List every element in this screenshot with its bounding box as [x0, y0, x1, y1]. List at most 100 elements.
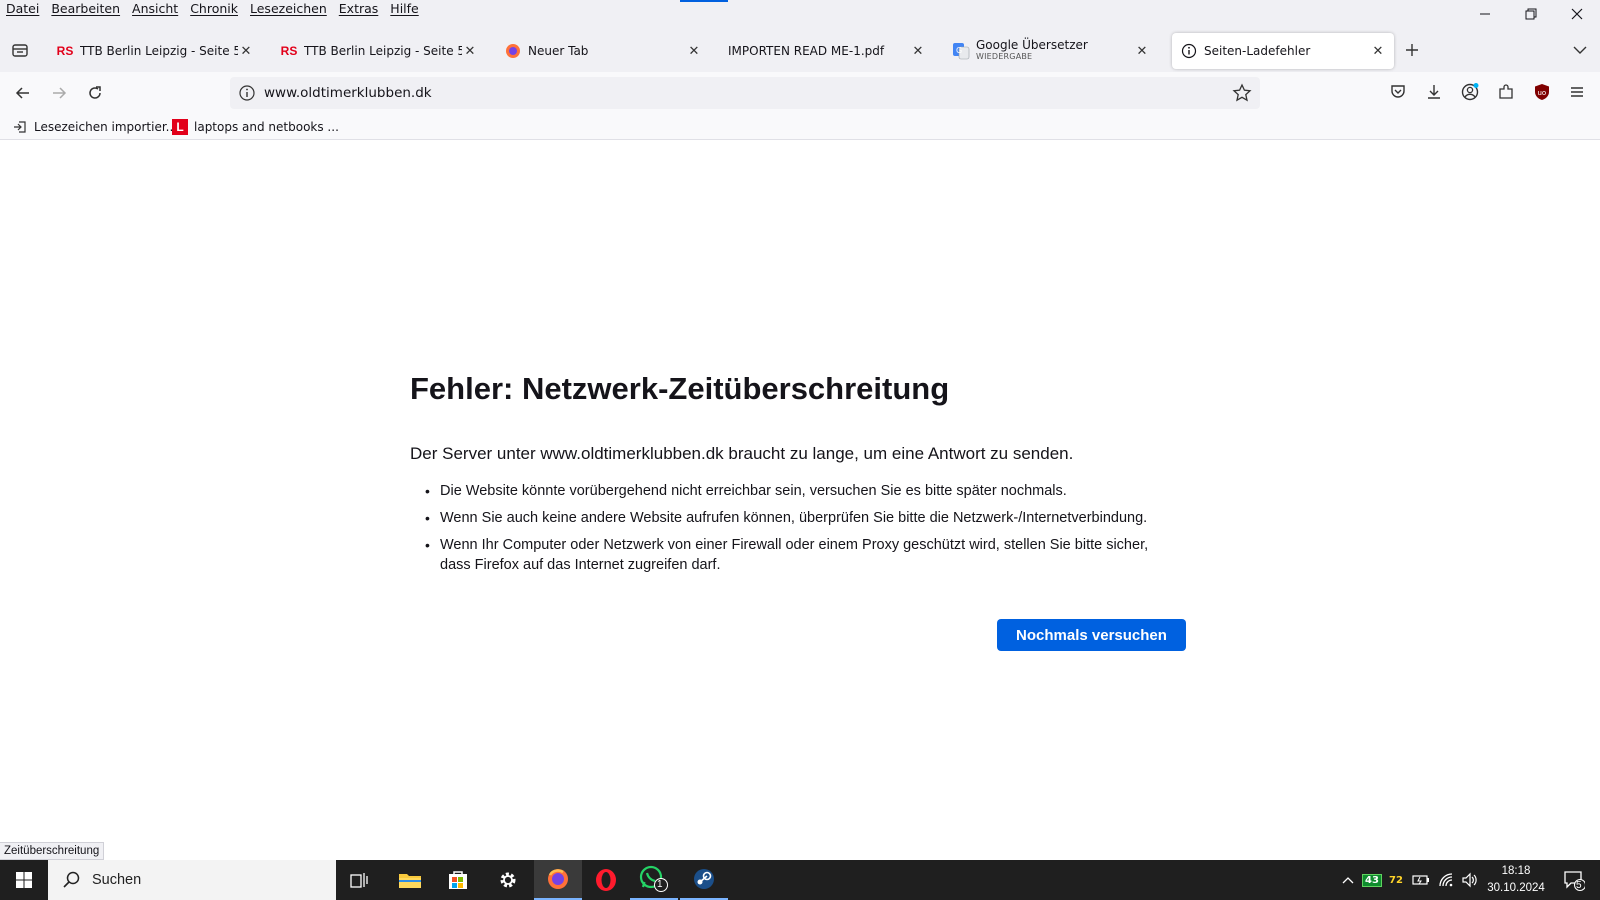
bookmark-star-icon[interactable] — [1232, 83, 1252, 103]
start-button[interactable] — [0, 860, 48, 900]
notification-center-button[interactable]: 5 — [1556, 860, 1592, 900]
list-all-tabs-button[interactable] — [1568, 38, 1592, 62]
new-tab-button[interactable] — [1400, 38, 1424, 62]
minimize-icon — [1480, 13, 1490, 15]
rs-logo-icon: RS — [280, 44, 298, 58]
close-icon[interactable]: ✕ — [1134, 43, 1150, 59]
chevron-down-icon — [1573, 46, 1587, 54]
close-icon[interactable]: ✕ — [686, 43, 702, 59]
bookmark-import[interactable]: Lesezeichen importier... — [12, 117, 177, 137]
menu-extras[interactable]: Extras — [333, 0, 385, 22]
clock-time: 18:18 — [1501, 865, 1531, 877]
tab-ttb-1[interactable]: RS TTB Berlin Leipzig - Seite 5 - Sup ✕ — [48, 33, 262, 69]
firefox-view-button[interactable] — [8, 38, 32, 62]
firefox-taskbar-button[interactable] — [534, 860, 582, 900]
microsoft-store-button[interactable] — [434, 860, 482, 900]
google-translate-icon: G — [952, 42, 970, 60]
chevron-up-icon — [1342, 877, 1354, 884]
pocket-button[interactable] — [1387, 81, 1409, 103]
error-description: Der Server unter www.oldtimerklubben.dk … — [410, 444, 1074, 463]
windows-taskbar: Suchen 1 43 72 18:18 30.10.2024 5 — [0, 860, 1600, 900]
account-icon — [1461, 83, 1479, 101]
firefox-window: Datei Bearbeiten Ansicht Chronik Lesezei… — [0, 0, 1600, 900]
battery-charging-icon — [1412, 875, 1429, 885]
forward-button[interactable] — [46, 80, 72, 106]
tab-ttb-2[interactable]: RS TTB Berlin Leipzig - Seite 5 - Sup ✕ — [272, 33, 486, 69]
firefox-view-icon — [12, 44, 28, 57]
notification-count: 5 — [1576, 880, 1582, 891]
restore-icon — [1525, 8, 1537, 20]
error-page: Fehler: Netzwerk-Zeitüberschreitung Der … — [0, 141, 1600, 860]
bookmark-label: laptops and netbooks ... — [194, 120, 339, 134]
minimize-button[interactable] — [1462, 0, 1508, 28]
list-item: Die Website könnte vorübergehend nicht e… — [410, 481, 1180, 501]
import-icon — [12, 119, 28, 135]
l-logo-badge: L — [172, 119, 188, 135]
cpu-temp-indicator[interactable]: 72 — [1386, 860, 1406, 900]
tab-title: TTB Berlin Leipzig - Seite 5 - Sup — [304, 44, 462, 58]
close-icon[interactable]: ✕ — [238, 43, 254, 59]
site-info-icon[interactable] — [238, 84, 256, 102]
rs-logo-icon: RS — [56, 44, 74, 58]
close-icon[interactable]: ✕ — [910, 43, 926, 59]
file-explorer-button[interactable] — [386, 860, 434, 900]
tab-neuer-tab[interactable]: Neuer Tab ✕ — [496, 33, 710, 69]
volume-indicator[interactable] — [1460, 860, 1480, 900]
tab-bar: RS TTB Berlin Leipzig - Seite 5 - Sup ✕ … — [0, 30, 1600, 70]
info-icon — [1180, 42, 1198, 60]
opera-button[interactable] — [582, 860, 630, 900]
navigation-toolbar: www.oldtimerklubben.dk uo — [0, 72, 1600, 114]
menubar: Datei Bearbeiten Ansicht Chronik Lesezei… — [0, 0, 425, 22]
battery-indicator[interactable] — [1410, 860, 1432, 900]
speaker-icon — [1462, 872, 1477, 888]
bookmark-laptops[interactable]: L laptops and netbooks ... — [172, 117, 339, 137]
tab-seiten-ladefehler[interactable]: Seiten-Ladefehler ✕ — [1172, 33, 1394, 69]
plus-icon — [1406, 44, 1418, 56]
firefox-icon — [504, 42, 522, 60]
reload-button[interactable] — [82, 80, 108, 106]
close-icon[interactable]: ✕ — [462, 43, 478, 59]
steam-icon — [694, 869, 714, 889]
store-icon — [449, 871, 467, 889]
firefox-icon — [548, 869, 568, 889]
gpu-temp-indicator[interactable]: 43 — [1362, 860, 1382, 900]
whatsapp-icon — [639, 865, 668, 892]
tab-title: IMPORTEN READ ME-1.pdf — [728, 44, 885, 58]
settings-button[interactable] — [484, 860, 532, 900]
opera-icon — [596, 869, 616, 891]
menu-lesezeichen[interactable]: Lesezeichen — [244, 0, 333, 22]
menu-datei[interactable]: Datei — [0, 0, 45, 22]
menu-chronik[interactable]: Chronik — [184, 0, 244, 22]
restore-button[interactable] — [1508, 0, 1554, 28]
url-text[interactable]: www.oldtimerklubben.dk — [264, 85, 432, 101]
ublock-origin-button[interactable]: uo — [1531, 81, 1553, 103]
url-bar[interactable]: www.oldtimerklubben.dk — [230, 77, 1260, 109]
whatsapp-badge: 1 — [657, 879, 663, 890]
close-window-button[interactable] — [1554, 0, 1600, 28]
tab-title: TTB Berlin Leipzig - Seite 5 - Sup — [80, 44, 238, 58]
back-button[interactable] — [10, 80, 36, 106]
network-indicator[interactable] — [1436, 860, 1458, 900]
forward-arrow-icon — [53, 87, 67, 99]
retry-button[interactable]: Nochmals versuchen — [997, 619, 1186, 651]
close-icon[interactable]: ✕ — [1370, 43, 1386, 59]
bookmarks-toolbar: Lesezeichen importier... L laptops and n… — [0, 114, 1600, 140]
tab-pdf[interactable]: IMPORTEN READ ME-1.pdf ✕ — [720, 33, 934, 69]
app-menu-button[interactable] — [1566, 81, 1588, 103]
whatsapp-button[interactable]: 1 — [630, 860, 678, 900]
show-hidden-icons-button[interactable] — [1340, 860, 1356, 900]
menu-bearbeiten[interactable]: Bearbeiten — [45, 0, 126, 22]
error-title: Fehler: Netzwerk-Zeitüberschreitung — [410, 371, 950, 406]
account-button[interactable] — [1459, 81, 1481, 103]
taskbar-clock[interactable]: 18:18 30.10.2024 — [1478, 863, 1554, 897]
tab-title: Seiten-Ladefehler — [1204, 44, 1311, 58]
steam-button[interactable] — [680, 860, 728, 900]
tab-playing-label: WIEDERGABE — [976, 52, 1033, 61]
taskbar-search[interactable]: Suchen — [48, 860, 336, 900]
extensions-button[interactable] — [1495, 81, 1517, 103]
menu-hilfe[interactable]: Hilfe — [384, 0, 424, 22]
tab-google-translate[interactable]: G Google Übersetzer WIEDERGABE ✕ — [944, 33, 1158, 69]
downloads-button[interactable] — [1423, 81, 1445, 103]
task-view-button[interactable] — [336, 860, 384, 900]
menu-ansicht[interactable]: Ansicht — [126, 0, 184, 22]
